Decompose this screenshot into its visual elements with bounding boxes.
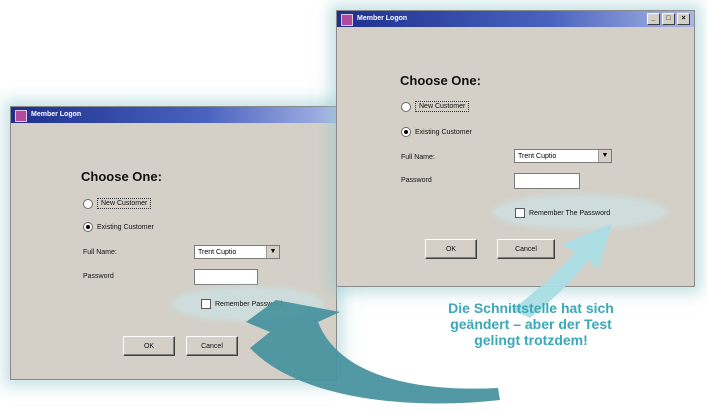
caption-line-3: gelingt trotzdem! — [474, 332, 588, 348]
caption-line-2: geändert – aber der Test — [450, 316, 612, 332]
arrows-overlay — [246, 224, 612, 404]
caption-text: Die Schnittstelle hat sich geändert – ab… — [418, 300, 644, 348]
caption-line-1: Die Schnittstelle hat sich — [448, 300, 614, 316]
